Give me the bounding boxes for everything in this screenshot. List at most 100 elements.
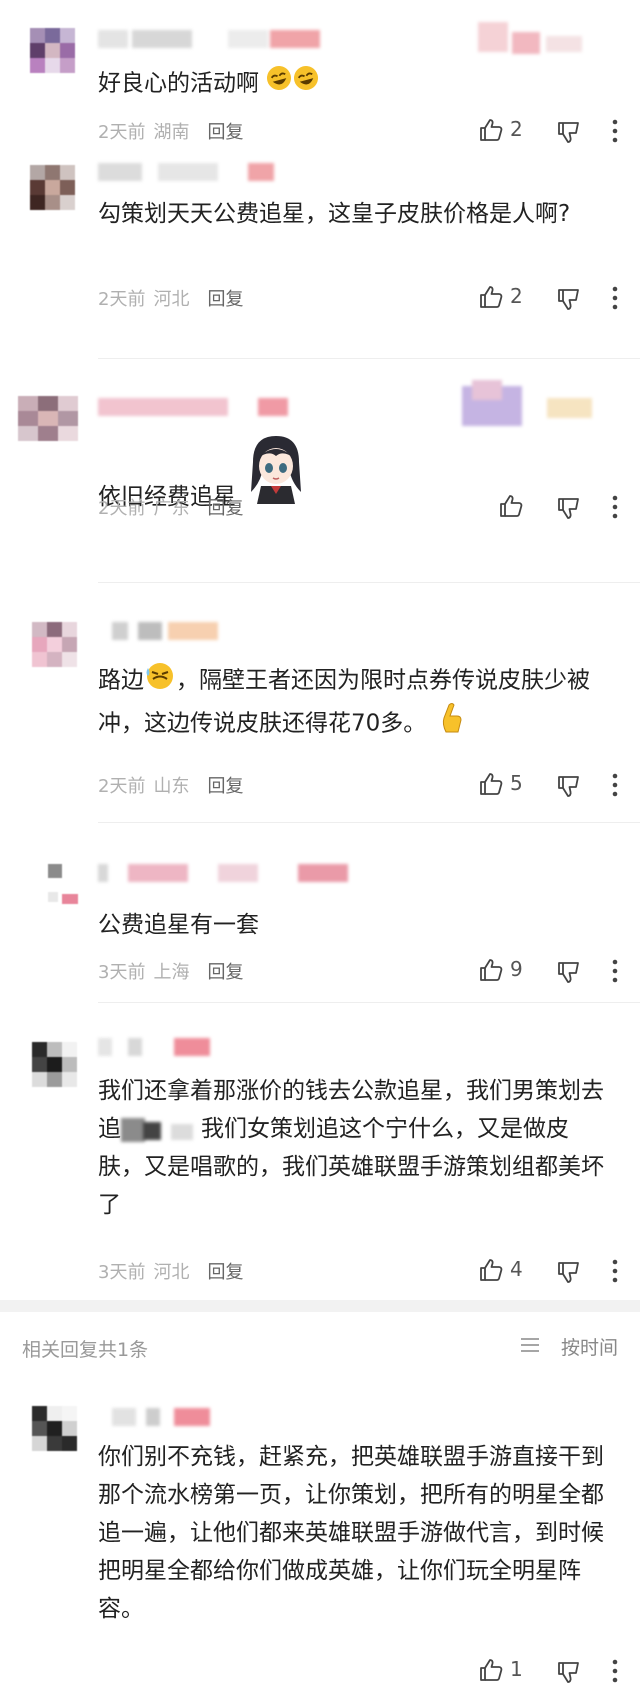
reply-text: 你们别不充钱，赶紧充，把英雄联盟手游直接干到那个流水榜第一页，让你策划，把所有的… xyxy=(98,1444,604,1622)
reply-button[interactable]: 回复 xyxy=(207,776,243,797)
sort-by-time-button[interactable]: 按时间 xyxy=(561,1333,618,1360)
related-count: 相关回复共1条 xyxy=(22,1339,149,1361)
thumbs-down-icon[interactable] xyxy=(556,286,582,312)
comment-text: 路边 ，隔壁王者还因为限时点券传说皮肤少被冲，这边传说皮肤还得花70多。 xyxy=(98,660,598,746)
comment-time: 2天前 xyxy=(98,289,146,310)
thumbs-down-icon[interactable] xyxy=(556,119,582,145)
blurred-badge xyxy=(462,380,612,430)
more-vertical-icon[interactable] xyxy=(612,119,618,143)
comment-actions: 2 xyxy=(460,283,640,313)
thumbs-down-icon[interactable] xyxy=(556,1659,582,1685)
avatar[interactable] xyxy=(30,165,75,210)
comment-time: 2天前 xyxy=(98,498,146,519)
comment-location: 河北 xyxy=(153,289,190,310)
reply-button[interactable]: 回复 xyxy=(207,498,243,519)
comment-item: 勾策划天天公费追星，这皇子皮肤价格是人啊? 2天前 河北 回复 2 xyxy=(0,155,640,335)
thumbs-up-icon[interactable] xyxy=(478,117,504,143)
avatar[interactable] xyxy=(18,396,78,441)
more-vertical-icon[interactable] xyxy=(612,1259,618,1283)
avatar[interactable] xyxy=(30,28,75,73)
reply-item: 你们别不充钱，赶紧充，把英雄联盟手游直接干到那个流水榜第一页，让你策划，把所有的… xyxy=(0,1390,640,1696)
comment-meta: 2天前 河北 回复 xyxy=(98,285,243,311)
thumbs-up-icon[interactable] xyxy=(498,493,524,519)
comment-time: 3天前 xyxy=(98,962,146,983)
avatar[interactable] xyxy=(32,1406,77,1451)
reply-button[interactable]: 回复 xyxy=(207,289,243,310)
avatar[interactable] xyxy=(44,864,78,908)
comment-actions: 9 xyxy=(460,956,640,986)
like-count: 1 xyxy=(510,1657,523,1681)
username[interactable] xyxy=(98,622,228,640)
divider xyxy=(98,822,640,823)
divider xyxy=(98,582,640,583)
divider xyxy=(98,1002,640,1003)
comment-time: 3天前 xyxy=(98,1262,146,1283)
comment-location: 山东 xyxy=(153,776,190,797)
blurred-badge xyxy=(478,18,598,58)
reply-actions: 1 xyxy=(460,1656,640,1686)
divider xyxy=(98,358,640,359)
comment-item: 好良心的活动啊 2天前 湖南 回复 2 xyxy=(0,0,640,168)
like-count: 4 xyxy=(510,1257,523,1281)
thumbs-up-icon[interactable] xyxy=(478,284,504,310)
more-vertical-icon[interactable] xyxy=(612,773,618,797)
comment-location: 湖南 xyxy=(153,122,190,143)
pointing-hand-emoji-icon xyxy=(436,702,466,746)
comment-meta: 3天前 河北 回复 xyxy=(98,1258,243,1284)
thumbs-down-icon[interactable] xyxy=(556,495,582,521)
thumbs-down-icon[interactable] xyxy=(556,773,582,799)
thumbs-down-icon[interactable] xyxy=(556,1259,582,1285)
thumbs-up-icon[interactable] xyxy=(478,771,504,797)
reply-button[interactable]: 回复 xyxy=(207,1262,243,1283)
comment-time: 2天前 xyxy=(98,122,146,143)
like-count: 5 xyxy=(510,771,523,795)
more-vertical-icon[interactable] xyxy=(612,495,618,519)
more-vertical-icon[interactable] xyxy=(612,286,618,310)
anime-girl-sticker-icon xyxy=(243,432,309,518)
laughing-emoji-icon xyxy=(266,64,320,104)
like-count: 2 xyxy=(510,117,523,141)
username[interactable] xyxy=(98,163,278,181)
comment-actions: 5 xyxy=(460,770,640,800)
thumbs-up-icon[interactable] xyxy=(478,957,504,983)
comment-meta: 2天前 湖南 回复 xyxy=(98,118,243,144)
comment-text: 我们还拿着那涨价的钱去公款追星，我们男策划去追 我们女策划追这个宁什么，又是做皮肤… xyxy=(98,1078,604,1218)
comment-text: 公费追星有一套 xyxy=(98,912,259,938)
username[interactable] xyxy=(98,398,298,416)
comment-location: 河北 xyxy=(153,1262,190,1283)
username[interactable] xyxy=(98,30,328,48)
comment-item: 路边 ，隔壁王者还因为限时点券传说皮肤少被冲，这边传说皮肤还得花70多。 2天前山… xyxy=(0,610,640,810)
comment-meta: 2天前 广东 回复 xyxy=(98,494,243,520)
thumbs-up-icon[interactable] xyxy=(478,1257,504,1283)
more-vertical-icon[interactable] xyxy=(612,1659,618,1683)
sweat-emoji-icon xyxy=(144,660,176,702)
thumbs-down-icon[interactable] xyxy=(556,959,582,985)
more-vertical-icon[interactable] xyxy=(612,959,618,983)
sort-list-icon[interactable] xyxy=(520,1336,540,1354)
comment-location: 上海 xyxy=(153,962,190,983)
reply-button[interactable]: 回复 xyxy=(207,122,243,143)
avatar[interactable] xyxy=(32,622,77,667)
like-count: 9 xyxy=(510,957,523,981)
username[interactable] xyxy=(98,864,358,882)
related-replies-header: 相关回复共1条 按时间 xyxy=(0,1318,640,1374)
comment-item: 我们还拿着那涨价的钱去公款追星，我们男策划去追 我们女策划追这个宁什么，又是做皮肤… xyxy=(0,1030,640,1310)
comment-actions xyxy=(460,492,640,522)
comment-actions: 4 xyxy=(460,1256,640,1286)
comment-text: 好良心的活动啊 xyxy=(98,64,618,104)
censored-image xyxy=(167,1116,201,1144)
comment-actions: 2 xyxy=(460,116,640,146)
username[interactable] xyxy=(98,1408,218,1426)
comment-meta: 2天前 山东 回复 xyxy=(98,772,243,798)
comment-item: 公费追星有一套 3天前 上海 回复 9 xyxy=(0,850,640,1000)
comment-item: 依旧经费追星 2天前 广东 回复 xyxy=(0,370,640,570)
comment-text: 勾策划天天公费追星，这皇子皮肤价格是人啊? xyxy=(98,201,571,227)
comment-time: 2天前 xyxy=(98,776,146,797)
avatar[interactable] xyxy=(32,1042,77,1087)
comment-location: 广东 xyxy=(153,498,190,519)
thumbs-up-icon[interactable] xyxy=(478,1657,504,1683)
username[interactable] xyxy=(98,1038,218,1056)
comment-meta: 3天前 上海 回复 xyxy=(98,958,243,984)
reply-button[interactable]: 回复 xyxy=(207,962,243,983)
censored-image xyxy=(121,1116,167,1144)
